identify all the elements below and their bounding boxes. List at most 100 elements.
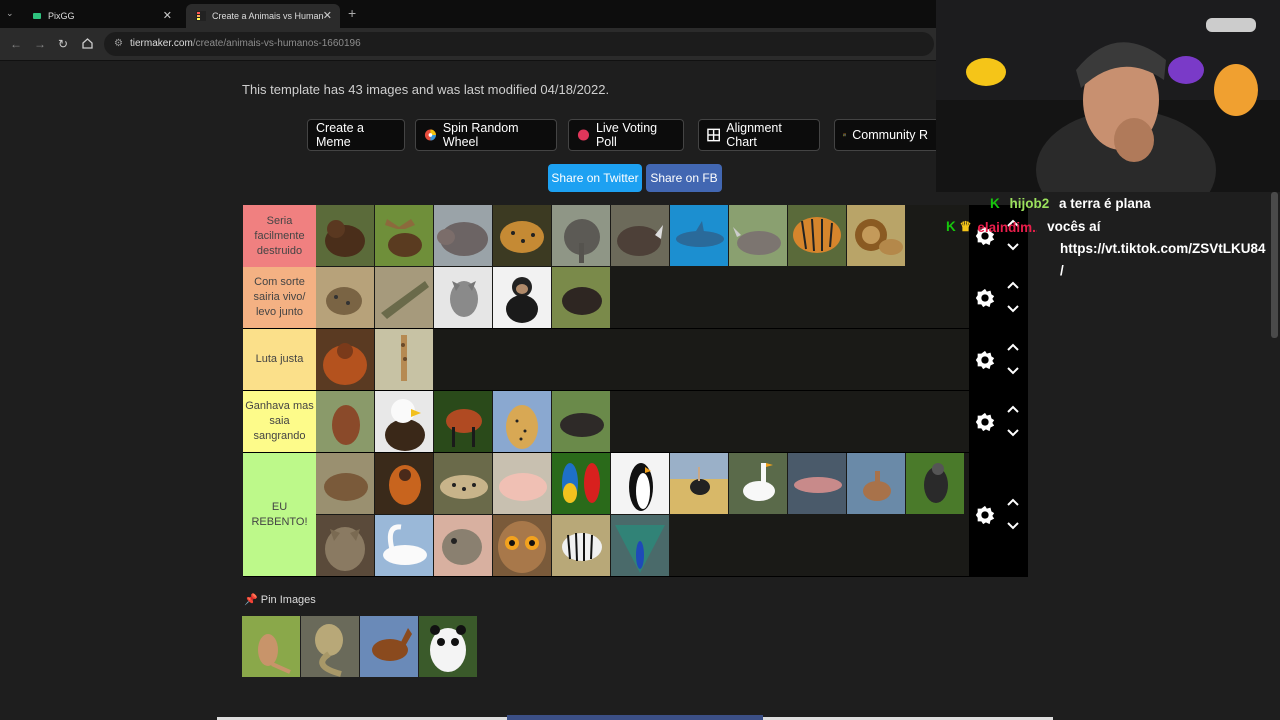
tier-row: Com sorte sairia vivo/ levo junto [243,267,1028,329]
move-up-icon[interactable] [1007,498,1019,506]
forward-icon[interactable]: → [34,37,46,51]
tier-grid-icon [843,133,846,137]
alignment-chart-label: Alignment Chart [726,121,782,149]
reload-icon[interactable]: ↻ [58,37,68,51]
move-down-icon[interactable] [1007,522,1019,530]
site-info-icon[interactable]: ⚙ [114,38,123,49]
giraffe-image[interactable] [375,329,433,390]
ocelot-image[interactable] [434,453,492,514]
tiger-image[interactable] [788,205,846,266]
maned-wolf-image[interactable] [434,391,492,452]
move-down-icon[interactable] [1007,429,1019,437]
close-tab-icon[interactable]: ✕ [323,9,332,22]
chat-text: / [1060,263,1064,278]
elephant-image[interactable] [552,205,610,266]
close-tab-icon[interactable]: ✕ [163,9,172,22]
piranha-image[interactable] [434,515,492,576]
back-icon[interactable]: ← [10,37,22,51]
river-dolphin-image[interactable] [788,453,846,514]
deer-image[interactable] [847,453,905,514]
zebra-image[interactable] [552,515,610,576]
macaws-image[interactable] [552,453,610,514]
chat-text: https://vt.tiktok.com/ZSVtLKU84 [1060,241,1266,256]
tab-label: PixGG [48,11,75,21]
eagle-image[interactable] [375,391,433,452]
tier-controls [969,329,1028,390]
gear-icon[interactable] [974,349,996,371]
wolf-image[interactable] [434,267,492,328]
create-meme-button[interactable]: Create a Meme [307,119,405,151]
owl-image[interactable] [493,515,551,576]
tier-row: EU REBENTO! [243,453,1028,577]
spin-wheel-button[interactable]: Spin Random Wheel [415,119,557,151]
hyena-image[interactable] [316,267,374,328]
pig-image[interactable] [493,453,551,514]
url-path: /create/animais-vs-humanos-1660196 [192,38,361,49]
record-dot-icon [577,129,590,141]
tier-controls [969,453,1028,576]
rhino-two-image[interactable] [729,205,787,266]
bear-image[interactable] [316,205,374,266]
tier-label[interactable]: Ganhava mas saia sangrando [243,391,316,452]
gear-icon[interactable] [974,411,996,433]
peacock-image[interactable] [611,515,669,576]
chat-overlay: K hijob2 a terra é plana K ♛ elaindim...… [938,194,1278,314]
rhino-image[interactable] [611,205,669,266]
alignment-chart-button[interactable]: Alignment Chart [698,119,820,151]
panda-image[interactable] [419,616,477,677]
gear-icon[interactable] [974,504,996,526]
pixgg-favicon-icon [33,13,41,19]
pin-icon: 📌 [244,594,258,606]
tier-label[interactable]: Luta justa [243,329,316,390]
home-icon[interactable] [82,38,93,49]
tab-search-icon[interactable]: ⌄ [6,8,14,19]
live-poll-button[interactable]: Live Voting Poll [568,119,684,151]
tier-label[interactable]: Seria facilmente destruido [243,205,316,267]
bottom-button[interactable] [507,715,763,720]
tier-label[interactable]: Com sorte sairia vivo/ levo junto [243,267,316,328]
boar-image[interactable] [552,267,610,328]
share-fb-label: Share on FB [650,171,718,185]
orangutan-image[interactable] [316,329,374,390]
tier-label[interactable]: EU REBENTO! [243,453,316,576]
dog-image[interactable] [316,391,374,452]
move-up-icon[interactable] [1007,405,1019,413]
move-down-icon[interactable] [1007,367,1019,375]
crown-badge-icon: ♛ [959,219,972,234]
goose-image[interactable] [729,453,787,514]
cat-image[interactable] [316,515,374,576]
ostrich-image[interactable] [670,453,728,514]
url-field[interactable]: ⚙ tiermaker.com/create/animais-vs-humano… [104,32,934,56]
cheetah-image[interactable] [493,391,551,452]
community-rank-button[interactable]: Community R [834,119,936,151]
tab-tiermaker[interactable]: Create a Animais vs Humanos T ✕ [186,4,340,28]
chat-message: K ♛ elaindim... vocês aí [946,219,1100,235]
capybara-image[interactable] [316,453,374,514]
tier-row: Seria facilmente destruido [243,205,1028,268]
share-fb-button[interactable]: Share on FB [646,164,722,192]
move-up-icon[interactable] [1007,343,1019,351]
shark-image[interactable] [670,205,728,266]
new-tab-icon[interactable]: + [348,5,356,21]
kangaroo-image[interactable] [242,616,300,677]
crocodile-image[interactable] [375,267,433,328]
hawk-image[interactable] [906,453,964,514]
chimpanzee-image[interactable] [493,267,551,328]
penguin-image[interactable] [611,453,669,514]
tapir-image[interactable] [552,391,610,452]
share-twitter-button[interactable]: Share on Twitter [548,164,642,192]
cobra-image[interactable] [301,616,359,677]
lion-image[interactable] [847,205,905,266]
jaguar-image[interactable] [493,205,551,266]
webcam-overlay [936,0,1280,192]
kick-badge-icon: K [946,219,956,234]
chat-message: K hijob2 a terra é plana [990,196,1151,211]
hippo-image[interactable] [434,205,492,266]
share-twitter-label: Share on Twitter [551,171,639,185]
swan-image[interactable] [375,515,433,576]
tab-pixgg[interactable]: PixGG ✕ [22,4,180,28]
golden-monkey-image[interactable] [375,453,433,514]
moose-image[interactable] [375,205,433,266]
pin-images-toggle[interactable]: 📌 Pin Images [244,593,316,606]
horse-image[interactable] [360,616,418,677]
